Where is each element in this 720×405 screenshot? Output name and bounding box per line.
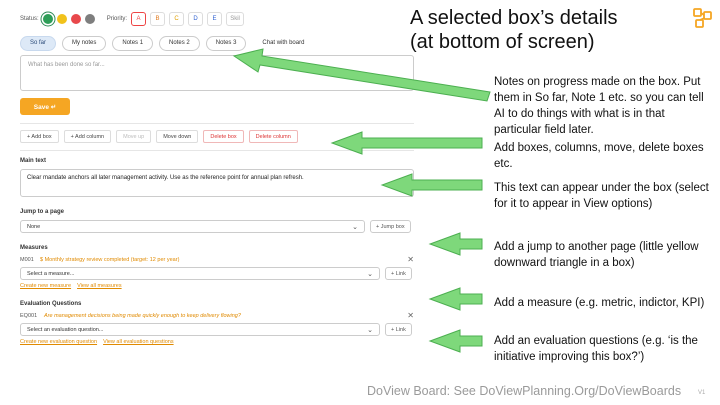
arrow-to-jump xyxy=(428,232,483,256)
note-jump: Add a jump to another page (little yello… xyxy=(494,241,699,269)
footer-text: DoView Board: See DoViewPlanning.Org/DoV… xyxy=(367,384,682,398)
version-label: V1 xyxy=(698,390,706,396)
note-main-text: This text can appear under the box (sele… xyxy=(494,182,709,210)
arrow-to-actions xyxy=(330,131,483,155)
arrow-to-main-text xyxy=(380,173,483,197)
note-progress: Notes on progress made on the box. Put t… xyxy=(494,76,704,136)
title-line-2: (at bottom of screen) xyxy=(410,31,595,53)
dove-logo-icon xyxy=(693,8,712,28)
slide-title: A selected box’s details (at bottom of s… xyxy=(410,6,618,54)
arrow-to-eval xyxy=(428,329,483,353)
note-eval: Add an evaluation questions (e.g. ‘is th… xyxy=(494,335,698,363)
arrow-to-tabs xyxy=(232,48,491,102)
note-measure: Add a measure (e.g. metric, indictor, KP… xyxy=(494,297,705,309)
note-actions: Add boxes, columns, move, delete boxes e… xyxy=(494,142,704,170)
arrow-to-measures xyxy=(428,287,483,311)
title-line-1: A selected box’s details xyxy=(410,7,618,29)
